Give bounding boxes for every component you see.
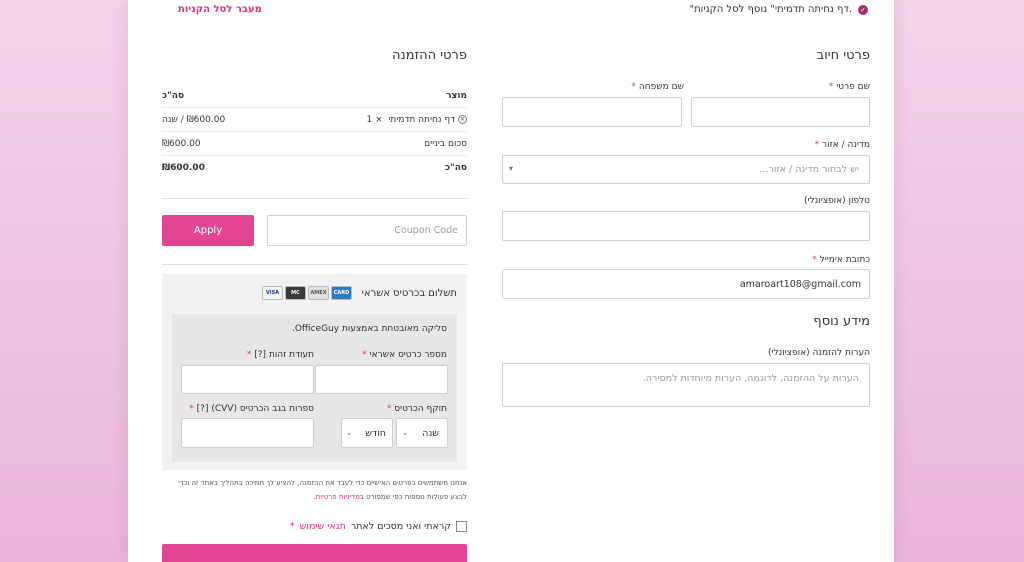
check-circle-icon: ✓ (858, 4, 868, 15)
id-number-label: תעודת זהות [?] * (246, 350, 314, 360)
cvv-label: ספרות בגב הכרטיס (CVV) [?] * (189, 404, 314, 414)
terms-link[interactable]: תנאי שימוש (300, 521, 346, 532)
apply-coupon-button[interactable]: Apply (162, 215, 254, 246)
visa-icon: VISA (262, 286, 283, 300)
terms-required: * (289, 521, 295, 532)
chevron-down-icon: ▾ (509, 164, 514, 173)
email-value: amaroart108@gmail.com (739, 279, 861, 290)
terms-row: קראתי ואני מסכים לאתר תנאי שימוש * (290, 521, 467, 532)
cart-notice: מעבר לסל הקניות ✓ "דף נחיתה תדמיתי" נוסף… (128, 2, 894, 20)
subtotal-value: ₪600.00 (162, 139, 201, 149)
col-product: מוצר (446, 91, 467, 101)
total-row: סה"כ ₪600.00 (162, 156, 467, 180)
phone-input[interactable] (502, 211, 870, 241)
expiry-month-select[interactable]: חודש ⌄ (341, 418, 393, 448)
card-number-label: מספר כרטיס אשראי * (362, 350, 447, 360)
expiry-label: תוקף הכרטיס * (386, 404, 447, 414)
checkout-page: מעבר לסל הקניות ✓ "דף נחיתה תדמיתי" נוסף… (128, 0, 894, 562)
privacy-notice: אנחנו משתמשים בפרטים האישיים כדי לעבד את… (178, 479, 467, 501)
order-notes-placeholder: הערות על ההזמנה, לדוגמה, הערות מיוחדות ל… (642, 373, 859, 384)
divider (162, 264, 467, 265)
country-label: מדינה / אזור * (814, 140, 870, 150)
email-input[interactable]: amaroart108@gmail.com (502, 269, 870, 299)
expiry-year-select[interactable]: שנה ⌄ (396, 418, 448, 448)
month-placeholder: חודש (365, 428, 386, 439)
additional-info-title: מידע נוסף (813, 314, 870, 329)
order-notes-label: הערות להזמנה (אופציונלי) (767, 348, 870, 358)
col-total: סה"כ (162, 91, 185, 101)
item-price: ₪600.00 / שנה (162, 115, 226, 125)
payment-box: תשלום בכרטיס אשראי VISA MC AMEX CARD סלי… (162, 274, 467, 470)
card-brands: VISA MC AMEX CARD (262, 286, 352, 300)
go-to-cart-link[interactable]: מעבר לסל הקניות (178, 4, 262, 15)
total-label: סה"כ (444, 163, 467, 173)
remove-item-icon[interactable]: ✕ (458, 115, 467, 124)
notice-message: ✓ "דף נחיתה תדמיתי" נוסף לסל הקניות. (689, 4, 868, 15)
amex-icon: AMEX (308, 286, 329, 300)
card-number-input[interactable] (315, 365, 448, 394)
chevron-down-icon: ⌄ (402, 428, 409, 437)
secure-text: סליקה מאובטחת באמצעות OfficeGuy. (291, 324, 447, 334)
first-name-label: שם פרטי * (828, 82, 870, 92)
item-name: ✕דף נחיתה תדמיתי × 1 (366, 115, 467, 125)
divider (162, 198, 467, 199)
coupon-input[interactable]: Coupon Code (267, 215, 467, 246)
last-name-input[interactable] (502, 97, 682, 127)
terms-checkbox[interactable] (456, 521, 467, 532)
card-form: סליקה מאובטחת באמצעות OfficeGuy. מספר כר… (172, 314, 457, 462)
country-select[interactable]: יש לבחור מדינה / אזור… ▾ (502, 155, 870, 184)
chevron-down-icon: ⌄ (346, 428, 353, 437)
email-label: כתובת אימייל * (812, 255, 870, 265)
first-name-input[interactable] (691, 97, 870, 127)
coupon-placeholder: Coupon Code (394, 225, 458, 236)
phone-label: טלפון (אופציונלי) (804, 196, 870, 206)
place-order-button[interactable] (162, 544, 467, 562)
total-value: ₪600.00 (162, 163, 205, 173)
last-name-label: שם משפחה * (631, 82, 684, 92)
payment-method-label: תשלום בכרטיס אשראי (361, 288, 457, 299)
subtotal-row: סכום ביניים ₪600.00 (162, 132, 467, 156)
mastercard-icon: MC (285, 286, 306, 300)
privacy-policy-link[interactable]: מדיניות פרטיות (316, 493, 360, 501)
country-placeholder: יש לבחור מדינה / אזור… (758, 164, 859, 175)
card-icon: CARD (331, 286, 352, 300)
notice-text: "דף נחיתה תדמיתי" נוסף לסל הקניות. (689, 4, 852, 15)
year-placeholder: שנה (422, 428, 439, 439)
order-item-row: ✕דף נחיתה תדמיתי × 1 ₪600.00 / שנה (162, 108, 467, 132)
id-number-input[interactable] (181, 365, 314, 394)
billing-title: פרטי חיוב (816, 48, 870, 63)
order-title: פרטי ההזמנה (392, 48, 467, 63)
cvv-input[interactable] (181, 418, 314, 448)
order-header-row: מוצר סה"כ (162, 84, 467, 108)
order-notes-textarea[interactable]: הערות על ההזמנה, לדוגמה, הערות מיוחדות ל… (502, 363, 870, 407)
subtotal-label: סכום ביניים (424, 139, 467, 149)
payment-method[interactable]: תשלום בכרטיס אשראי (362, 288, 457, 299)
terms-text: קראתי ואני מסכים לאתר (350, 521, 451, 532)
